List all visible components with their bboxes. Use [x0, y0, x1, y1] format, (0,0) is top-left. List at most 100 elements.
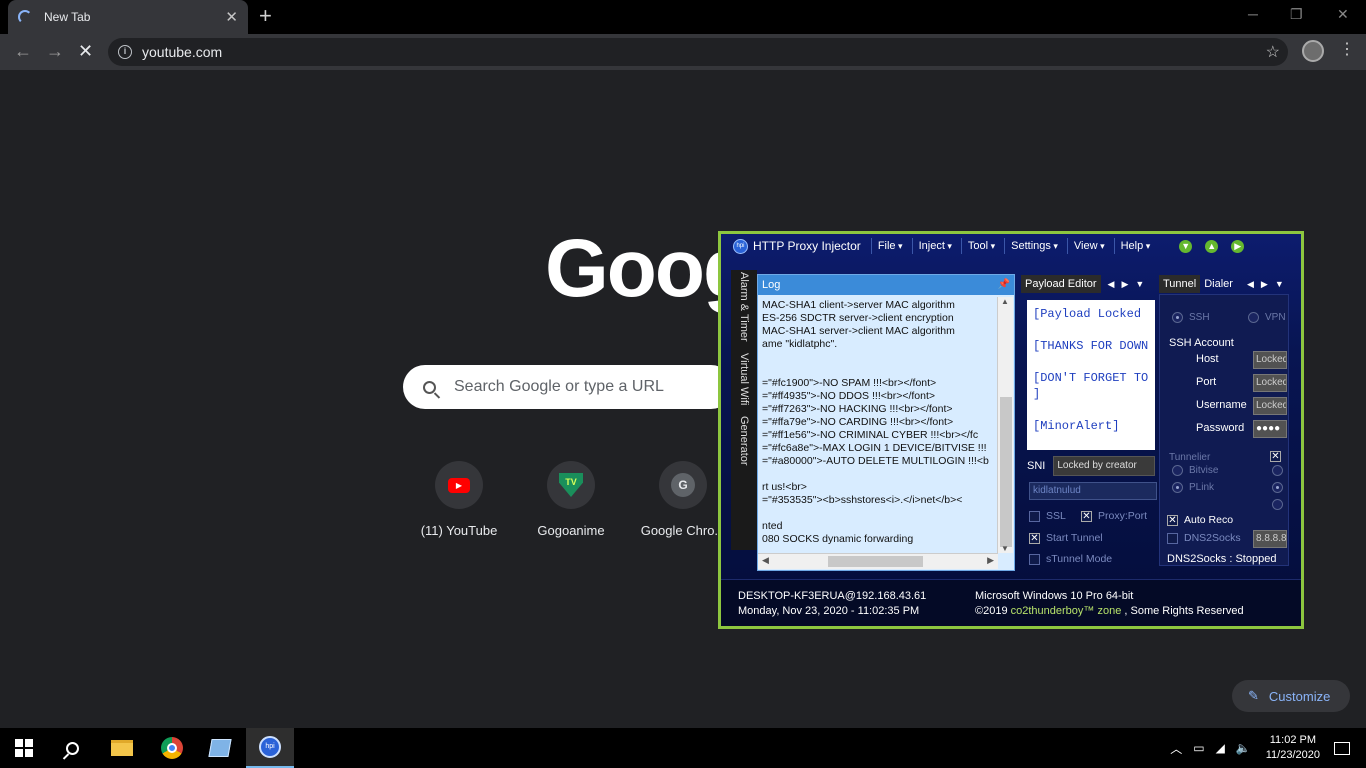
- username-label: Username: [1196, 399, 1247, 411]
- log-line: nted: [762, 520, 783, 532]
- arrow-right-icon[interactable]: ▶: [1231, 239, 1245, 253]
- side-tabs: Alarm & Timer Virtual Wifi Generator: [731, 270, 757, 550]
- proxy-port-checkbox[interactable]: ✕ Proxy:Port: [1081, 510, 1147, 522]
- tab-tunnel[interactable]: Tunnel: [1159, 275, 1201, 293]
- horizontal-scrollbar[interactable]: ◀ ▶: [758, 553, 998, 569]
- forward-icon[interactable]: →: [46, 41, 64, 62]
- file-explorer-button[interactable]: [98, 728, 146, 768]
- arrow-right-icon[interactable]: ▶: [1121, 279, 1128, 290]
- address-bar[interactable]: i youtube.com ☆: [108, 38, 1288, 66]
- start-button[interactable]: [0, 728, 48, 768]
- arrow-left-icon[interactable]: ◀: [1247, 279, 1254, 290]
- ssl-checkbox[interactable]: SSL: [1029, 510, 1066, 522]
- ssh-radio[interactable]: SSH: [1172, 312, 1210, 323]
- windows-logo-icon: [15, 739, 33, 757]
- tab-generator[interactable]: Generator: [738, 414, 750, 475]
- shortcut-youtube[interactable]: ▶ (11) YouTube: [404, 461, 514, 538]
- option-radio[interactable]: [1272, 465, 1289, 476]
- option-radio[interactable]: [1272, 482, 1289, 493]
- minimize-icon[interactable]: ─: [1248, 6, 1258, 22]
- chrome-taskbar-button[interactable]: [148, 728, 196, 768]
- username-field[interactable]: Locked: [1253, 397, 1287, 415]
- arrow-right-icon[interactable]: ▶: [1261, 279, 1268, 290]
- option-radio[interactable]: [1272, 499, 1289, 510]
- log-text[interactable]: MAC-SHA1 client->server MAC algorithm ES-…: [762, 299, 994, 551]
- battery-icon[interactable]: ▭: [1193, 741, 1204, 755]
- host-field[interactable]: Locked: [1253, 351, 1287, 369]
- search-box[interactable]: Search Google or type a URL: [403, 365, 733, 409]
- proxy-injector-taskbar-button[interactable]: hpi: [246, 728, 294, 768]
- close-tab-icon[interactable]: ✕: [225, 8, 238, 26]
- dropdown-icon[interactable]: ▼: [1135, 279, 1144, 289]
- password-field[interactable]: ●●●●: [1253, 420, 1287, 438]
- proxy-injector-window: hpi HTTP Proxy Injector File Inject Tool…: [718, 231, 1304, 629]
- arrow-left-icon[interactable]: ◀: [1108, 279, 1115, 290]
- sni-label: SNI: [1027, 460, 1046, 472]
- notification-icon[interactable]: [1334, 741, 1350, 755]
- wifi-icon[interactable]: ◢: [1216, 741, 1225, 755]
- log-line: ="#353535"><b>sshstores<i>.</i>net</b><: [762, 494, 963, 506]
- tab-virtual-wifi[interactable]: Virtual Wifi: [738, 351, 750, 414]
- host-label: Host: [1196, 353, 1219, 365]
- customize-label: Customize: [1268, 688, 1331, 704]
- url-text: youtube.com: [142, 44, 223, 60]
- more-menu-icon[interactable]: ⋮: [1339, 39, 1355, 59]
- clock-date: 11/23/2020: [1265, 749, 1320, 761]
- start-tunnel-checkbox[interactable]: ✕ Start Tunnel: [1029, 532, 1103, 544]
- arrow-up-icon[interactable]: ▲: [1205, 239, 1219, 253]
- log-line: ES-256 SDCTR server->client encryption: [762, 312, 954, 324]
- restore-icon[interactable]: ❐: [1290, 6, 1303, 23]
- plink-radio[interactable]: PLink: [1172, 482, 1214, 493]
- log-line: rt us!<br>: [762, 481, 807, 493]
- bookmark-star-icon[interactable]: ☆: [1266, 42, 1280, 62]
- customize-button[interactable]: ✎ Customize: [1232, 680, 1350, 712]
- vertical-scrollbar[interactable]: ▲ ▼: [997, 297, 1013, 553]
- tab-alarm-timer[interactable]: Alarm & Timer: [738, 270, 750, 351]
- profile-avatar[interactable]: [1302, 40, 1324, 62]
- dropdown-icon[interactable]: ▼: [1275, 279, 1284, 289]
- back-icon[interactable]: ←: [14, 41, 32, 62]
- chevron-up-icon[interactable]: ︿: [1170, 740, 1182, 757]
- pencil-icon: ✎: [1248, 688, 1259, 703]
- tab-new-tab[interactable]: New Tab ✕: [8, 0, 248, 34]
- auto-reco-checkbox[interactable]: ✕ Auto Reco: [1167, 514, 1233, 526]
- new-tab-button[interactable]: +: [259, 5, 272, 27]
- pin-icon[interactable]: 📌: [998, 275, 1010, 295]
- arrow-down-icon[interactable]: ▼: [1179, 239, 1193, 253]
- stop-loading-icon[interactable]: ✕: [78, 41, 93, 62]
- taskbar-search-button[interactable]: [48, 728, 96, 768]
- log-line: ="#a80000">-AUTO DELETE MULTILOGIN !!!<b: [762, 455, 989, 467]
- vpn-radio[interactable]: VPN: [1248, 312, 1286, 323]
- menu-settings[interactable]: Settings: [1004, 238, 1064, 254]
- menu-file[interactable]: File: [870, 238, 909, 254]
- payload-input[interactable]: kidlatnulud: [1029, 482, 1157, 500]
- menu-inject[interactable]: Inject: [911, 238, 958, 254]
- password-label: Password: [1196, 422, 1245, 434]
- app-logo-icon: hpi: [733, 238, 748, 254]
- stunnel-mode-checkbox[interactable]: sTunnel Mode: [1029, 553, 1112, 565]
- tab-payload-editor[interactable]: Payload Editor: [1021, 275, 1101, 293]
- tab-dialer[interactable]: Dialer: [1204, 278, 1233, 290]
- search-icon: [65, 741, 79, 755]
- tool-taskbar-button[interactable]: [196, 728, 244, 768]
- site-info-icon[interactable]: i: [118, 45, 132, 59]
- port-field[interactable]: Locked: [1253, 374, 1287, 392]
- bitvise-radio[interactable]: Bitvise: [1172, 465, 1218, 476]
- menu-help[interactable]: Help: [1113, 238, 1157, 254]
- search-icon: [423, 380, 436, 394]
- payload-editor[interactable]: [Payload Locked [THANKS FOR DOWN [DON'T …: [1027, 300, 1155, 450]
- window-close-icon[interactable]: ✕: [1337, 6, 1349, 23]
- shortcut-gogoanime[interactable]: TV Gogoanime: [516, 461, 626, 538]
- dns-field[interactable]: 8.8.8.8: [1253, 530, 1287, 548]
- sni-field[interactable]: Locked by creator: [1053, 456, 1156, 476]
- clock-time: 11:02 PM: [1269, 734, 1317, 746]
- ssh-account-label: SSH Account: [1169, 337, 1234, 349]
- tunnelier-checkbox[interactable]: ✕: [1270, 451, 1287, 462]
- youtube-icon: ▶: [448, 477, 470, 493]
- log-line: MAC-SHA1 client->server MAC algorithm: [762, 299, 955, 311]
- volume-icon[interactable]: 🔈: [1236, 741, 1251, 755]
- menu-view[interactable]: View: [1066, 238, 1111, 254]
- menu-tool[interactable]: Tool: [960, 238, 1001, 254]
- dns2socks-checkbox[interactable]: DNS2Socks: [1167, 532, 1241, 544]
- clock[interactable]: 11:02 PM 11/23/2020: [1266, 733, 1320, 763]
